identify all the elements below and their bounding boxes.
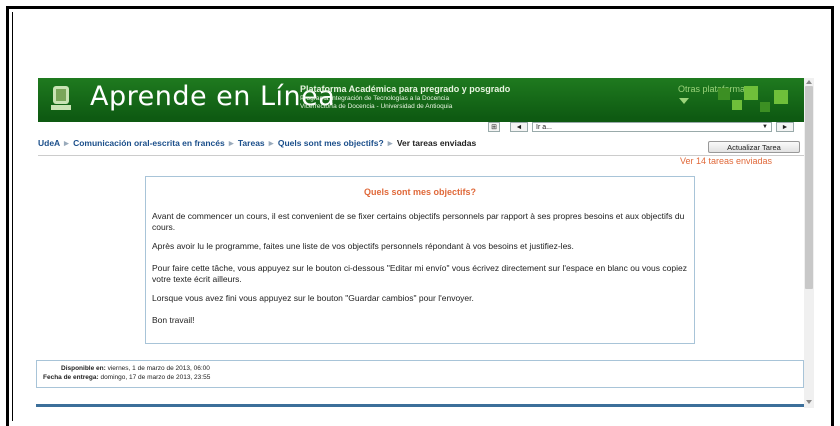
brand-title[interactable]: Aprende en Línea (90, 81, 335, 112)
breadcrumb: UdeA ► Comunicación oral-escrita en fran… (38, 138, 476, 148)
header-banner: Aprende en Línea Plataforma Académica pa… (38, 78, 806, 118)
breadcrumb-separator: ► (62, 138, 71, 148)
previous-activity-button[interactable]: ◄ (510, 122, 528, 132)
scrollbar-thumb[interactable] (805, 86, 813, 289)
decor-square (774, 90, 788, 104)
grid-icon[interactable]: ⊞ (488, 122, 500, 132)
due-value: domingo, 17 de marzo de 2013, 23:55 (100, 374, 211, 381)
assignment-paragraph: Avant de commencer un cours, il est conv… (152, 211, 685, 232)
breadcrumb-separator: ► (386, 138, 395, 148)
other-platforms-link[interactable]: Otras plataformas (678, 84, 750, 94)
view-submissions-link[interactable]: Ver 14 tareas enviadas (680, 156, 772, 166)
caret-down-icon: ▼ (762, 124, 768, 130)
decor-square (718, 88, 730, 100)
due-label: Fecha de entrega: (43, 374, 99, 381)
chevron-down-icon[interactable] (679, 98, 689, 104)
next-activity-button[interactable]: ► (776, 122, 794, 132)
assignment-paragraph: Pour faire cette tâche, vous appuyez sur… (152, 263, 687, 284)
available-value: viernes, 1 de marzo de 2013, 06:00 (107, 365, 210, 372)
breadcrumb-item-udea[interactable]: UdeA (38, 138, 60, 148)
decor-square (744, 86, 758, 100)
update-assignment-button[interactable]: Actualizar Tarea (708, 141, 800, 153)
available-label: Disponible en: (61, 365, 106, 372)
decor-square (732, 100, 742, 110)
decor-square (760, 102, 770, 112)
navigation-row: ⊞ ◄ Ir a... ▼ ► (38, 122, 806, 134)
jump-to-select[interactable]: Ir a... ▼ (532, 122, 772, 132)
assignment-paragraph: Lorsque vous avez fini vous appuyez sur … (152, 293, 474, 303)
breadcrumb-separator: ► (227, 138, 236, 148)
due-date-row: Fecha de entrega: domingo, 17 de marzo d… (43, 374, 210, 382)
breadcrumb-current: Ver tareas enviadas (396, 138, 477, 148)
divider (12, 12, 13, 421)
tagline-line-2: Programa Integración de Tecnologías a la… (300, 95, 450, 102)
scroll-up-icon[interactable] (806, 80, 812, 84)
breadcrumb-item-course[interactable]: Comunicación oral-escrita en francés (73, 138, 225, 148)
assignment-title: Quels sont mes objectifs? (363, 187, 477, 197)
university-seal-icon (51, 86, 71, 110)
header-tagline: Plataforma Académica para pregrado y pos… (300, 84, 510, 111)
available-date-row: Disponible en: viernes, 1 de marzo de 20… (61, 365, 210, 373)
moodle-page: Aprende en Línea Plataforma Académica pa… (36, 78, 806, 408)
assignment-description-box: Quels sont mes objectifs? Avant de comme… (145, 176, 695, 344)
assignment-paragraph: Après avoir lu le programme, faites une … (152, 241, 574, 251)
breadcrumb-separator: ► (267, 138, 276, 148)
vertical-scrollbar[interactable] (804, 78, 814, 408)
breadcrumb-item-tareas[interactable]: Tareas (238, 138, 265, 148)
breadcrumb-item-assignment[interactable]: Quels sont mes objectifs? (278, 138, 384, 148)
assignment-paragraph: Bon travail! (152, 315, 195, 325)
jump-to-label: Ir a... (536, 124, 552, 131)
footer-bar (36, 404, 806, 407)
tagline-line-3: Vicerrectoría de Docencia - Universidad … (300, 103, 453, 110)
dates-box: Disponible en: viernes, 1 de marzo de 20… (36, 360, 804, 388)
scroll-down-icon[interactable] (806, 400, 812, 404)
tagline-line-1: Plataforma Académica para pregrado y pos… (300, 84, 511, 94)
